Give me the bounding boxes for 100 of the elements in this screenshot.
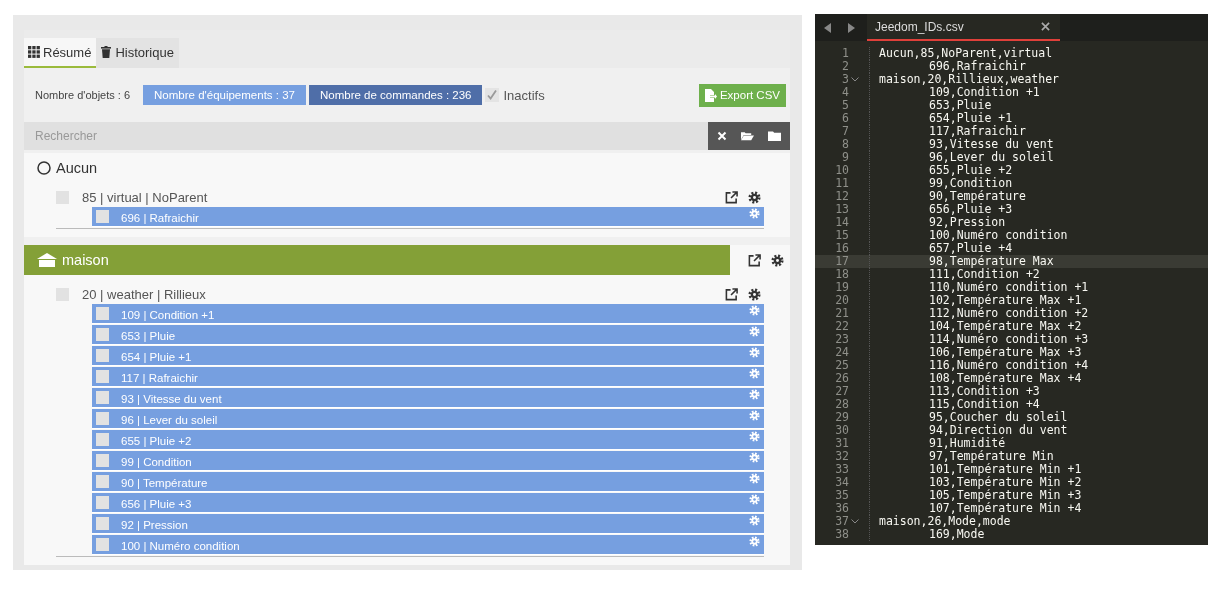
checkbox[interactable] <box>96 454 109 467</box>
tab[interactable]: Résumé <box>24 38 97 68</box>
line-number: 28 <box>834 398 849 411</box>
close-icon[interactable] <box>1041 22 1050 31</box>
settings-icon[interactable] <box>748 287 761 301</box>
checkbox[interactable] <box>96 538 109 551</box>
code-line: 93,Vitesse du vent <box>929 138 1054 151</box>
command-row[interactable]: 656 | Pluie +3 <box>92 493 764 513</box>
fold-chevron-icon[interactable] <box>851 519 859 524</box>
line-number: 7 <box>841 125 849 138</box>
checkbox[interactable] <box>96 349 109 362</box>
checkbox[interactable] <box>96 391 109 404</box>
line-number: 27 <box>834 385 849 398</box>
command-row[interactable]: 99 | Condition <box>92 451 764 471</box>
code-line: 655,Pluie +2 <box>929 164 1013 177</box>
checkbox[interactable] <box>96 307 109 320</box>
equipment-label: 20 | weather | Rillieux <box>82 286 207 302</box>
checkbox[interactable] <box>485 88 500 102</box>
command-row[interactable]: 92 | Pression <box>92 514 764 534</box>
line-number: 2 <box>841 60 849 73</box>
command-row[interactable]: 117 | Rafraichir <box>92 367 764 387</box>
folder-open-icon[interactable] <box>741 131 754 141</box>
command-label: 93 | Vitesse du vent <box>121 392 223 405</box>
back-arrow-icon[interactable] <box>824 22 832 33</box>
external-link-icon[interactable] <box>725 287 738 301</box>
code-line: 117,Rafraichir <box>929 125 1026 138</box>
fold-chevron-icon[interactable] <box>851 77 859 82</box>
trash-icon <box>100 46 113 58</box>
command-label: 99 | Condition <box>121 455 193 468</box>
search-field[interactable]: Rechercher <box>24 122 708 150</box>
code-line: 653,Pluie <box>929 99 992 112</box>
line-number: 11 <box>834 177 849 190</box>
line-number: 17 <box>834 255 849 268</box>
checkbox[interactable] <box>96 412 109 425</box>
code-line: Aucun,85,NoParent,virtual <box>879 47 1053 60</box>
code-line: 99,Condition <box>929 177 1013 190</box>
checkbox[interactable] <box>96 328 109 341</box>
external-link-icon[interactable] <box>748 253 761 267</box>
code-line: 107,Température Min +4 <box>929 502 1082 515</box>
code-line: 116,Numéro condition +4 <box>929 359 1089 372</box>
line-number: 13 <box>834 203 849 216</box>
command-row[interactable]: 93 | Vitesse du vent <box>92 388 764 408</box>
line-number: 5 <box>841 99 849 112</box>
command-row[interactable]: 696 | Rafraichir <box>92 207 764 227</box>
command-row[interactable]: 90 | Température <box>92 472 764 492</box>
checkbox[interactable] <box>96 370 109 383</box>
line-number: 12 <box>834 190 849 203</box>
command-label: 656 | Pluie +3 <box>121 497 193 510</box>
checkbox[interactable] <box>96 433 109 446</box>
line-number: 24 <box>834 346 849 359</box>
checkbox[interactable] <box>96 475 109 488</box>
line-number: 1 <box>841 47 849 60</box>
file-name: Jeedom_IDs.csv <box>875 19 965 34</box>
code-line: 656,Pluie +3 <box>929 203 1013 216</box>
grid-icon <box>28 46 40 58</box>
tab[interactable]: Historique <box>96 38 179 68</box>
command-row[interactable]: 654 | Pluie +1 <box>92 346 764 366</box>
command-row[interactable]: 109 | Condition +1 <box>92 304 764 324</box>
command-label: 109 | Condition +1 <box>121 308 216 321</box>
code-line: 92,Pression <box>929 216 1006 229</box>
line-number: 30 <box>834 424 849 437</box>
code-line: 103,Température Min +2 <box>929 476 1082 489</box>
command-row[interactable]: 655 | Pluie +2 <box>92 430 764 450</box>
line-number: 8 <box>841 138 849 151</box>
checkbox[interactable] <box>96 517 109 530</box>
object-count: Nombre d'objets : 6 <box>35 89 131 101</box>
folder-icon[interactable] <box>768 131 781 141</box>
external-link-icon[interactable] <box>725 190 738 204</box>
file-tab[interactable]: Jeedom_IDs.csv <box>867 14 1060 41</box>
code-line: 96,Lever du soleil <box>929 151 1054 164</box>
command-label: 100 | Numéro condition <box>121 539 241 552</box>
code-line: 91,Humidité <box>929 437 1006 450</box>
command-row[interactable]: 100 | Numéro condition <box>92 535 764 555</box>
code-line: 111,Condition +2 <box>929 268 1040 281</box>
object-name: maison <box>62 252 109 268</box>
line-number: 33 <box>834 463 849 476</box>
code-line: maison,26,Mode,mode <box>879 515 1011 528</box>
line-number: 6 <box>841 112 849 125</box>
code-line: 104,Température Max +2 <box>929 320 1082 333</box>
code-line: 657,Pluie +4 <box>929 242 1013 255</box>
command-label: 90 | Température <box>121 476 209 489</box>
code-line: 115,Condition +4 <box>929 398 1040 411</box>
command-label: 653 | Pluie <box>121 329 177 342</box>
line-number: 32 <box>834 450 849 463</box>
command-label: 696 | Rafraichir <box>121 211 200 224</box>
export-csv-button[interactable]: Export CSV <box>698 83 786 107</box>
checkbox[interactable] <box>96 496 109 509</box>
command-label: 654 | Pluie +1 <box>121 350 193 363</box>
settings-icon[interactable] <box>771 253 784 267</box>
command-row[interactable]: 653 | Pluie <box>92 325 764 345</box>
settings-icon[interactable] <box>748 190 761 204</box>
checkbox[interactable] <box>96 210 109 223</box>
line-number: 35 <box>834 489 849 502</box>
command-row[interactable]: 96 | Lever du soleil <box>92 409 764 429</box>
code-line: 100,Numéro condition <box>929 229 1068 242</box>
forward-arrow-icon[interactable] <box>847 22 855 33</box>
code-line: 109,Condition +1 <box>929 86 1040 99</box>
line-number: 3 <box>841 73 849 86</box>
line-number: 23 <box>834 333 849 346</box>
line-number: 25 <box>834 359 849 372</box>
